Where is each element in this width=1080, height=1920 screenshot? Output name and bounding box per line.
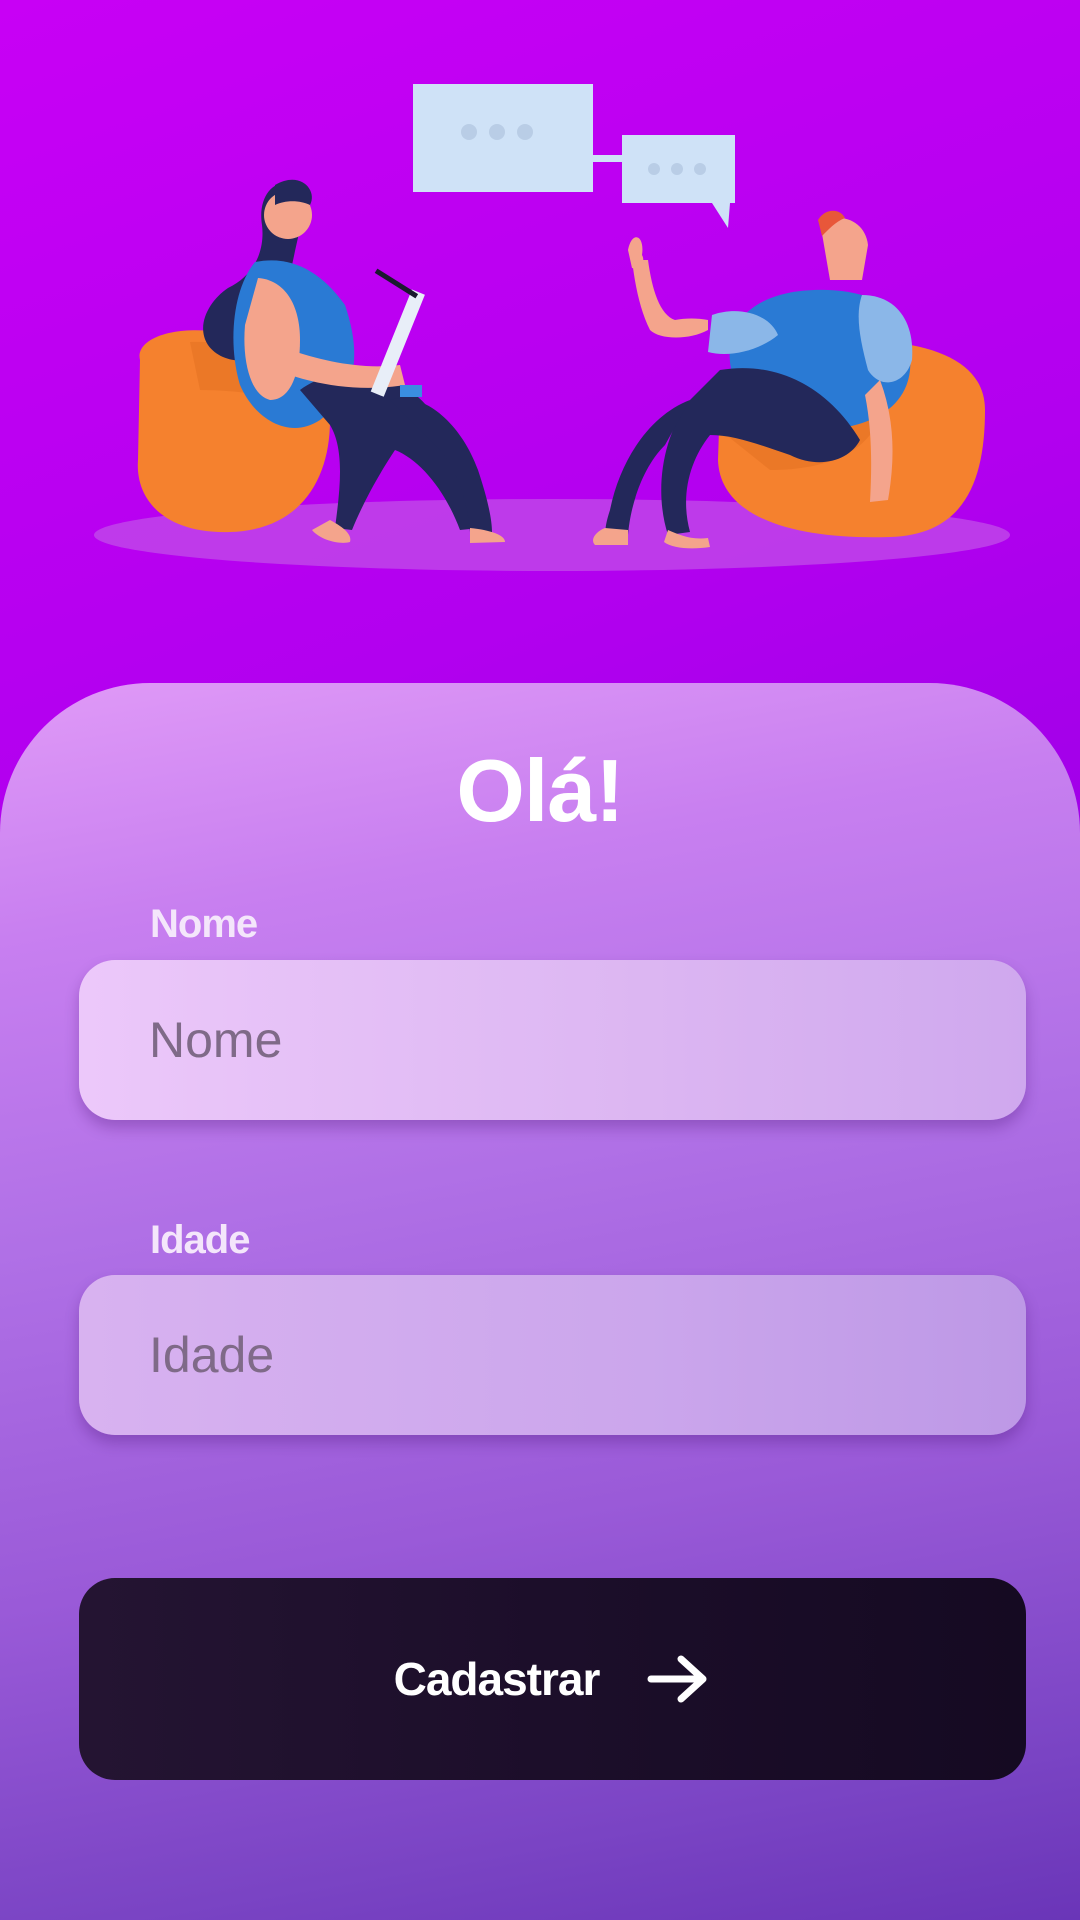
conversation-illustration [94, 84, 1010, 571]
nome-field[interactable] [79, 960, 1026, 1120]
arrow-right-icon [647, 1655, 707, 1703]
idade-field[interactable] [79, 1275, 1026, 1435]
signup-screen: Olá! Nome Idade Cadastrar [0, 0, 1080, 1920]
idade-input[interactable] [79, 1275, 1026, 1435]
cadastrar-label: Cadastrar [393, 1653, 601, 1705]
greeting-title: Olá! [456, 741, 624, 840]
cadastrar-button[interactable]: Cadastrar [79, 1578, 1026, 1780]
man-figure [593, 210, 985, 549]
nome-label: Nome [150, 902, 258, 946]
nome-input[interactable] [79, 960, 1026, 1120]
woman-figure [137, 179, 505, 543]
idade-label: Idade [150, 1218, 250, 1262]
speech-bubbles-icon [413, 84, 735, 228]
